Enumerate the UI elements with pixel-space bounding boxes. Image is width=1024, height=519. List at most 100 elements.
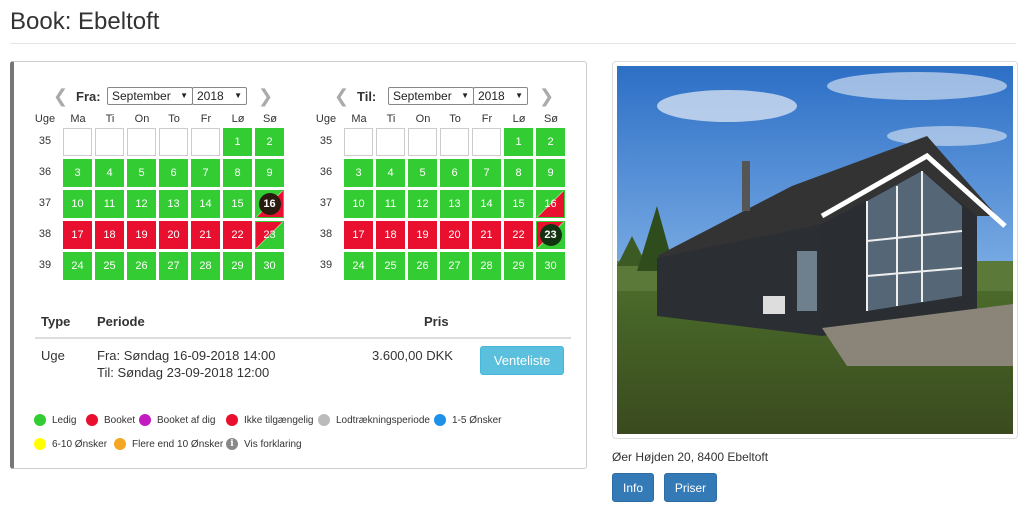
calendar-day[interactable]: 7 — [191, 159, 220, 187]
calendar-day[interactable]: 5 — [127, 159, 156, 187]
calendar-day-number: 28 — [199, 260, 212, 272]
calendar-day[interactable]: 25 — [95, 252, 124, 280]
calendar-day[interactable]: 2 — [536, 128, 565, 156]
legend-item: Booket af dig — [139, 414, 215, 426]
prices-button[interactable]: Priser — [664, 473, 717, 502]
calendar-day[interactable]: 8 — [223, 159, 252, 187]
calendar-day-number: 13 — [448, 198, 461, 210]
calendar-empty-cell — [191, 128, 220, 156]
calendar-day[interactable]: 1 — [223, 128, 252, 156]
calendar-day[interactable]: 27 — [440, 252, 469, 280]
calendar-label: Til: — [357, 89, 377, 104]
calendar-day-number: 27 — [448, 260, 461, 272]
calendar-day[interactable]: 5 — [408, 159, 437, 187]
calendar-day[interactable]: 3 — [344, 159, 373, 187]
calendar-empty-cell — [344, 128, 373, 156]
calendar-day-number: 17 — [71, 229, 84, 241]
calendar-day[interactable]: 19 — [127, 221, 156, 249]
calendar-day[interactable]: 28 — [472, 252, 501, 280]
calendar-day[interactable]: 13 — [159, 190, 188, 218]
calendar-day[interactable]: 27 — [159, 252, 188, 280]
calendar-day[interactable]: 17 — [63, 221, 92, 249]
calendar-day-number: 14 — [480, 198, 493, 210]
calendar-day[interactable]: 22 — [504, 221, 533, 249]
legend-label: Ikke tilgængelig — [244, 414, 314, 426]
column-header-period: Periode — [97, 314, 145, 329]
month-select[interactable]: September ▼ — [107, 87, 193, 105]
calendar-day[interactable]: 4 — [95, 159, 124, 187]
calendar-day[interactable]: 22 — [223, 221, 252, 249]
calendar-day-number: 27 — [167, 260, 180, 272]
calendar-day[interactable]: 23 — [255, 221, 284, 249]
calendar-day[interactable]: 4 — [376, 159, 405, 187]
calendar-day[interactable]: 15 — [504, 190, 533, 218]
calendar-day[interactable]: 17 — [344, 221, 373, 249]
row-price: 3.600,00 DKK — [372, 348, 453, 363]
calendar-day-number: 5 — [419, 167, 426, 179]
calendar-day[interactable]: 8 — [504, 159, 533, 187]
info-button[interactable]: Info — [612, 473, 654, 502]
calendar-day[interactable]: 26 — [127, 252, 156, 280]
calendar-empty-cell — [127, 128, 156, 156]
calendar-day[interactable]: 13 — [440, 190, 469, 218]
calendar-day[interactable]: 6 — [440, 159, 469, 187]
calendar-day[interactable]: 19 — [408, 221, 437, 249]
waitlist-button[interactable]: Venteliste — [480, 346, 564, 375]
caret-down-icon: ▼ — [234, 91, 242, 100]
calendar-day[interactable]: 7 — [472, 159, 501, 187]
calendar-day-number: 26 — [416, 260, 429, 272]
calendar-day[interactable]: 25 — [376, 252, 405, 280]
calendar-day[interactable]: 18 — [376, 221, 405, 249]
calendar-day[interactable]: 30 — [255, 252, 284, 280]
calendar-day[interactable]: 12 — [408, 190, 437, 218]
calendar-day[interactable]: 1 — [504, 128, 533, 156]
calendar-day[interactable]: 21 — [472, 221, 501, 249]
calendar-day[interactable]: 6 — [159, 159, 188, 187]
calendar-day[interactable]: 14 — [191, 190, 220, 218]
calendar-day[interactable]: 21 — [191, 221, 220, 249]
month-select[interactable]: September ▼ — [388, 87, 474, 105]
calendar-day[interactable]: 26 — [408, 252, 437, 280]
prev-month-icon[interactable]: ❮ — [334, 87, 349, 105]
calendar-day[interactable]: 9 — [536, 159, 565, 187]
legend-label: Booket — [104, 414, 136, 426]
calendar-day[interactable]: 10 — [344, 190, 373, 218]
calendar-day[interactable]: 18 — [95, 221, 124, 249]
calendar-day[interactable]: 16 — [255, 190, 284, 218]
next-month-icon[interactable]: ❯ — [539, 87, 554, 105]
calendar-day[interactable]: 14 — [472, 190, 501, 218]
calendar-day[interactable]: 16 — [536, 190, 565, 218]
week-column-header: Uge — [315, 113, 337, 125]
year-select[interactable]: 2018 ▼ — [192, 87, 247, 105]
calendar-day[interactable]: 2 — [255, 128, 284, 156]
calendar-day[interactable]: 20 — [159, 221, 188, 249]
calendar-day[interactable]: 30 — [536, 252, 565, 280]
calendar-day[interactable]: 9 — [255, 159, 284, 187]
calendar-day[interactable]: 11 — [376, 190, 405, 218]
legend-dot-icon — [86, 414, 98, 426]
calendar-day[interactable]: 15 — [223, 190, 252, 218]
calendar-day[interactable]: 12 — [127, 190, 156, 218]
calendar-day[interactable]: 11 — [95, 190, 124, 218]
calendar-day-number: 6 — [170, 167, 177, 179]
legend-item: Lodtrækningsperiode — [318, 414, 430, 426]
calendar-day-number: 8 — [515, 167, 522, 179]
prev-month-icon[interactable]: ❮ — [53, 87, 68, 105]
next-month-icon[interactable]: ❯ — [258, 87, 273, 105]
calendar-day[interactable]: 3 — [63, 159, 92, 187]
calendar-day[interactable]: 29 — [504, 252, 533, 280]
calendar-day[interactable]: 10 — [63, 190, 92, 218]
weekday-header: Ma — [351, 113, 367, 125]
calendar-day[interactable]: 24 — [344, 252, 373, 280]
legend-item[interactable]: i Vis forklaring — [226, 438, 302, 450]
calendar-day[interactable]: 24 — [63, 252, 92, 280]
calendar-day[interactable]: 29 — [223, 252, 252, 280]
legend-dot-icon — [318, 414, 330, 426]
calendar-day-number: 3 — [355, 167, 362, 179]
calendar-day[interactable]: 28 — [191, 252, 220, 280]
legend-label: Lodtrækningsperiode — [336, 414, 430, 426]
calendar-day[interactable]: 20 — [440, 221, 469, 249]
calendar-day[interactable]: 23 — [536, 221, 565, 249]
year-select[interactable]: 2018 ▼ — [473, 87, 528, 105]
calendar-day-number: 30 — [544, 260, 557, 272]
